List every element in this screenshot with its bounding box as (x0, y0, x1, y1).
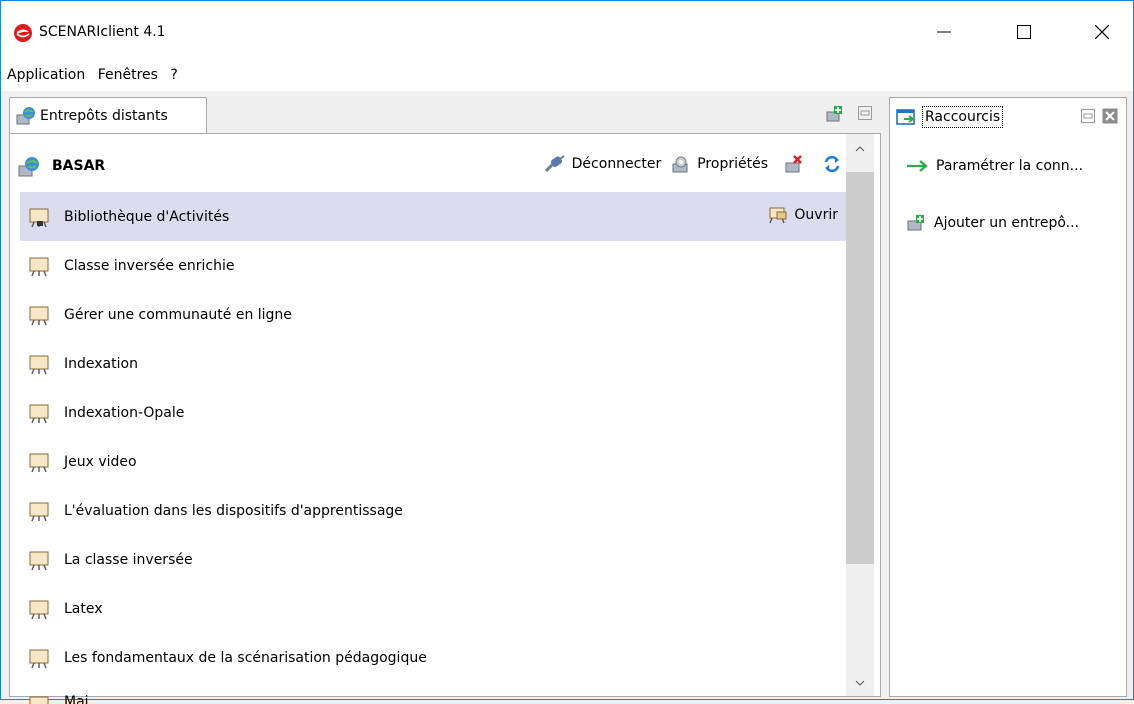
workshop-icon (29, 208, 49, 228)
workshop-icon (29, 600, 49, 620)
item-label: Gérer une communauté en ligne (64, 306, 292, 323)
add-repository-icon (907, 215, 924, 231)
list-item[interactable]: Les fondamentaux de la scénarisation péd… (20, 633, 846, 682)
list-item[interactable]: Maj... (20, 682, 846, 704)
remote-repositories-panel: Entrepôts distants BASAR Déconnecter Pro… (9, 97, 881, 704)
list-item[interactable]: Jeux video (20, 437, 846, 486)
remote-repository-icon (18, 157, 39, 177)
item-label: La classe inversée (64, 551, 193, 568)
minimize-view-icon[interactable] (857, 105, 873, 121)
repository-name: BASAR (52, 158, 106, 174)
workshop-list: Bibliothèque d'Activités Ouvrir Classe i… (20, 192, 846, 704)
disconnect-button[interactable]: Déconnecter (544, 155, 662, 173)
vertical-scrollbar[interactable] (846, 134, 874, 696)
list-item[interactable]: Indexation-Opale (20, 388, 846, 437)
panel-toolbar (825, 105, 873, 123)
minimize-button[interactable] (921, 1, 967, 63)
remote-repository-icon (16, 107, 35, 125)
item-label: Latex (64, 600, 103, 617)
workshop-icon (29, 453, 49, 473)
menu-application[interactable]: Application (7, 67, 85, 83)
properties-icon (672, 156, 688, 173)
add-repository-icon[interactable] (825, 105, 843, 123)
remove-repository-icon[interactable] (784, 155, 804, 173)
shortcut-label: Paramétrer la conn... (936, 158, 1084, 174)
shortcut-configure-connection[interactable]: Paramétrer la conn... (906, 158, 1083, 174)
tab-remote-repositories[interactable]: Entrepôts distants (9, 97, 207, 133)
shortcut-label: Ajouter un entrepô... (934, 215, 1080, 231)
tab-label: Raccourcis (922, 106, 1004, 128)
chevron-up-icon (855, 146, 865, 152)
close-button[interactable] (1079, 1, 1125, 63)
item-label: L'évaluation dans les dispositifs d'appr… (64, 502, 403, 519)
properties-label: Propriétés (697, 156, 768, 172)
workshop-icon (29, 551, 49, 571)
workshop-icon (29, 404, 49, 424)
list-item[interactable]: Bibliothèque d'Activités Ouvrir (20, 192, 846, 241)
app-window: SCENARIclient 4.1 Application Fenêtres ?… (0, 0, 1134, 704)
properties-button[interactable]: Propriétés (671, 155, 768, 173)
open-icon (769, 207, 787, 224)
workshop-icon (29, 649, 49, 669)
scenari-logo-icon (14, 24, 32, 42)
shortcuts-icon (896, 109, 915, 125)
title-bar[interactable]: SCENARIclient 4.1 (1, 1, 1133, 63)
plug-icon (544, 155, 565, 173)
list-item[interactable]: Classe inversée enrichie (20, 241, 846, 290)
workshop-icon (29, 306, 49, 326)
repository-header[interactable]: BASAR Déconnecter Propriétés (10, 134, 848, 190)
arrow-right-icon (907, 160, 928, 172)
minimize-view-icon[interactable] (1080, 108, 1096, 124)
list-item[interactable]: L'évaluation dans les dispositifs d'appr… (20, 486, 846, 535)
shortcuts-panel: Raccourcis Paramétrer la conn... Ajouter… (889, 97, 1127, 697)
workshop-icon (29, 257, 49, 277)
item-label: Classe inversée enrichie (64, 257, 235, 274)
tab-shortcuts[interactable]: Raccourcis (896, 104, 1004, 130)
item-label: Indexation (64, 355, 138, 372)
menu-fenetres[interactable]: Fenêtres (98, 67, 158, 83)
repository-actions: Déconnecter Propriétés (544, 154, 842, 174)
workshop-icon (29, 696, 49, 704)
refresh-icon[interactable] (822, 154, 842, 174)
list-item[interactable]: La classe inversée (20, 535, 846, 584)
scroll-up-button[interactable] (846, 136, 874, 162)
maximize-icon (1017, 25, 1031, 39)
item-label: Indexation-Opale (64, 404, 185, 421)
tab-label: Entrepôts distants (40, 108, 168, 124)
window-title: SCENARIclient 4.1 (39, 24, 166, 40)
menu-bar: Application Fenêtres ? (1, 63, 1133, 91)
open-label: Ouvrir (794, 207, 838, 223)
item-label: Les fondamentaux de la scénarisation péd… (64, 649, 427, 666)
scroll-thumb[interactable] (846, 172, 874, 564)
list-item[interactable]: Latex (20, 584, 846, 633)
close-icon (1095, 25, 1109, 39)
maximize-button[interactable] (1001, 1, 1047, 63)
item-label: Maj... (64, 694, 102, 704)
workshop-icon (29, 502, 49, 522)
list-item[interactable]: Gérer une communauté en ligne (20, 290, 846, 339)
repository-tree: BASAR Déconnecter Propriétés Bibliothèqu… (9, 133, 881, 704)
list-item[interactable]: Indexation (20, 339, 846, 388)
menu-help[interactable]: ? (170, 67, 177, 83)
close-view-icon[interactable] (1102, 108, 1118, 124)
disconnect-label: Déconnecter (571, 156, 662, 172)
panel-toolbar (1080, 108, 1118, 124)
open-button[interactable]: Ouvrir (768, 206, 838, 224)
minimize-icon (937, 31, 951, 33)
scroll-down-button[interactable] (846, 670, 874, 696)
shortcut-add-repository[interactable]: Ajouter un entrepô... (906, 214, 1079, 232)
workshop-icon (29, 355, 49, 375)
item-label: Jeux video (64, 453, 137, 470)
item-label: Bibliothèque d'Activités (64, 208, 230, 225)
chevron-down-icon (855, 680, 865, 686)
